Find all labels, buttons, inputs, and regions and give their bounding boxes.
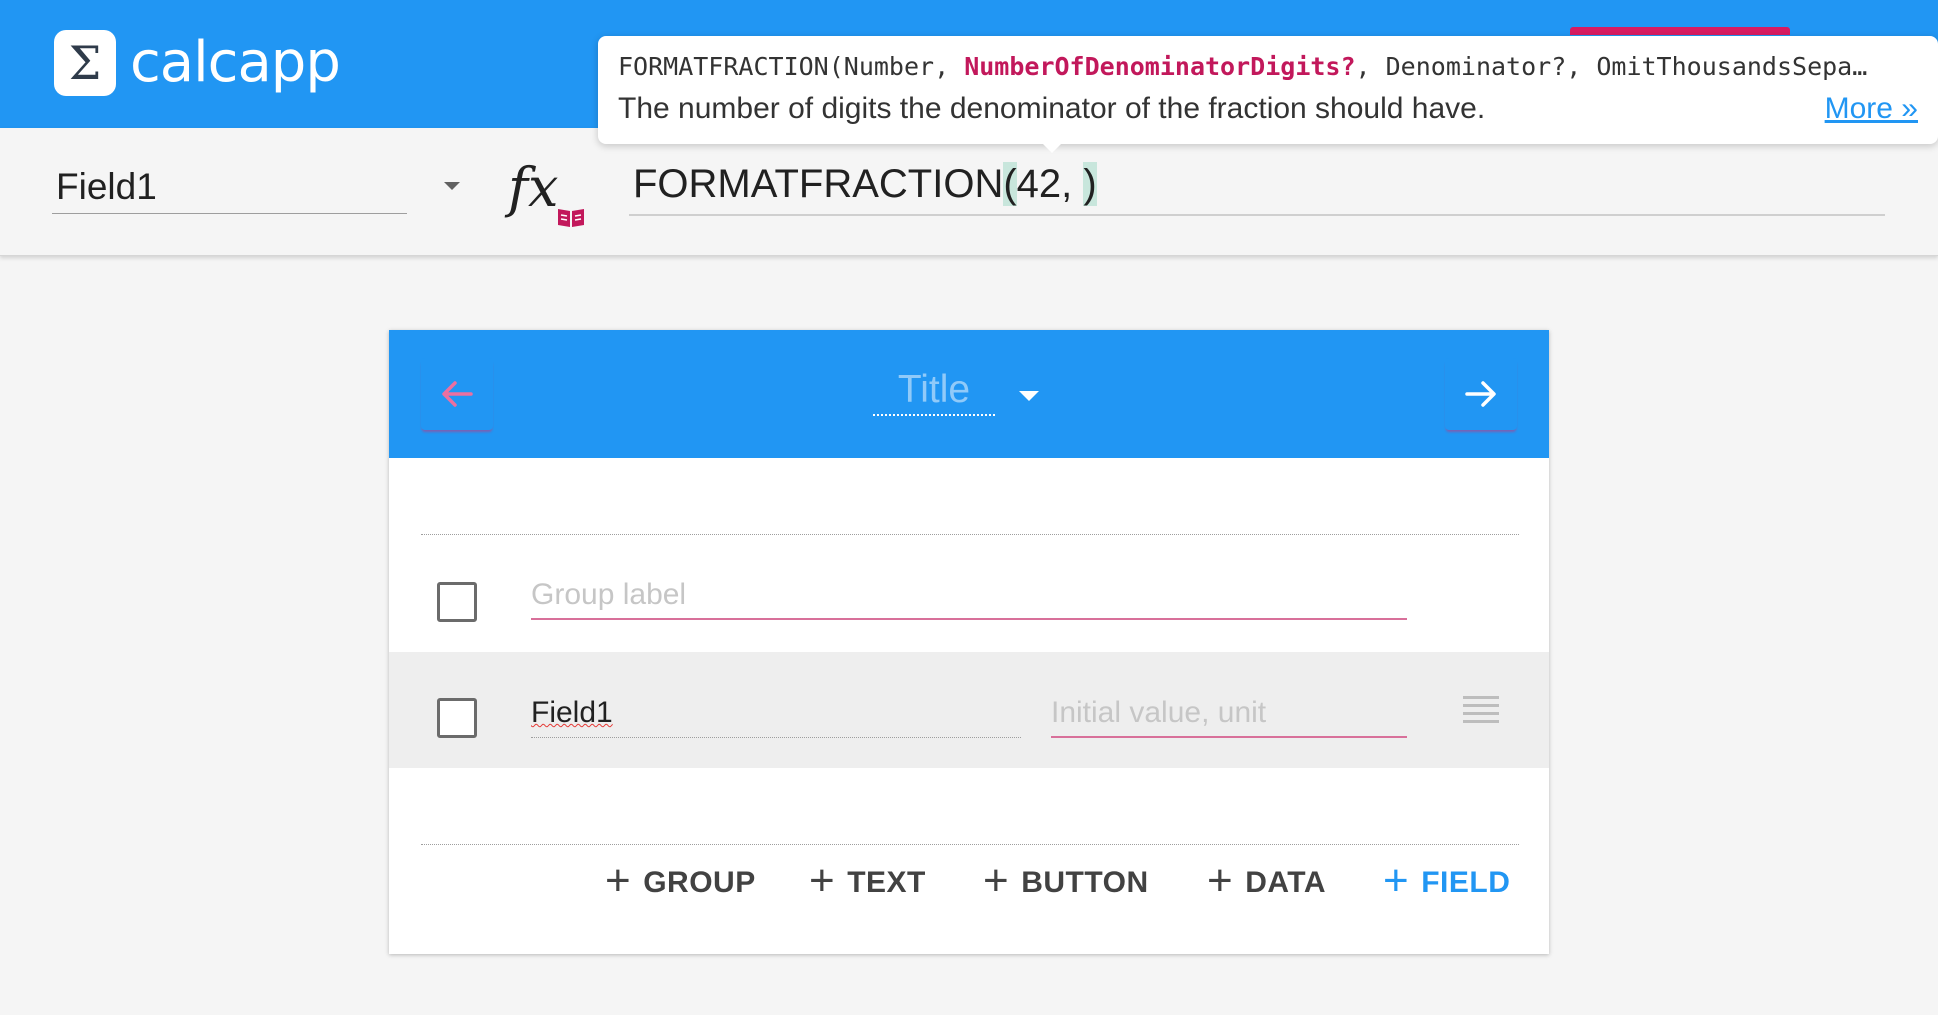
initial-value-placeholder: Initial value, unit: [1051, 696, 1267, 729]
chevron-down-icon[interactable]: [444, 182, 460, 190]
chevron-down-icon[interactable]: [1019, 391, 1039, 401]
app-screen-card: Title Group label Field1 Initial value, …: [389, 330, 1549, 954]
field-name-text: Field1: [531, 696, 613, 729]
divider: [421, 534, 1519, 535]
reference-book-icon[interactable]: [556, 206, 586, 228]
app-name[interactable]: calcapp: [130, 30, 341, 95]
formula-bar: Field1 fx FORMATFRACTION(42, ): [0, 128, 1938, 256]
screen-header: Title: [389, 330, 1549, 458]
calcapp-logo-icon[interactable]: Σ: [54, 30, 116, 96]
open-paren: (: [1003, 162, 1017, 206]
plus-icon: +: [983, 856, 1010, 905]
add-field-button[interactable]: + FIELD: [1383, 856, 1510, 906]
plus-icon: +: [809, 856, 836, 905]
formula-input[interactable]: FORMATFRACTION(42, ): [629, 152, 1885, 216]
parameter-description: The number of digits the denominator of …: [618, 92, 1486, 125]
formula-text: FORMATFRACTION(42, ): [633, 162, 1097, 206]
selected-field-name: Field1: [56, 166, 157, 207]
field-name-input[interactable]: Field1: [531, 696, 1021, 738]
plus-icon: +: [605, 856, 632, 905]
more-link[interactable]: More »: [1825, 92, 1918, 126]
field-checkbox[interactable]: [437, 698, 477, 738]
divider: [421, 844, 1519, 845]
group-label-input[interactable]: Group label: [531, 578, 1407, 620]
group-checkbox[interactable]: [437, 582, 477, 622]
close-paren: ): [1083, 162, 1097, 206]
add-button-button[interactable]: + BUTTON: [983, 856, 1149, 906]
drag-handle-icon[interactable]: [1463, 696, 1499, 724]
header-accent-button[interactable]: [1570, 27, 1790, 35]
next-screen-button[interactable]: [1445, 358, 1517, 430]
function-signature-tooltip: FORMATFRACTION(Number, NumberOfDenominat…: [598, 36, 1938, 144]
initial-value-input[interactable]: Initial value, unit: [1051, 696, 1407, 738]
field-selector[interactable]: Field1: [52, 156, 407, 214]
group-label-placeholder: Group label: [531, 578, 687, 611]
tooltip-arrow: [1040, 141, 1064, 153]
function-signature: FORMATFRACTION(Number, NumberOfDenominat…: [618, 52, 1868, 81]
add-data-button[interactable]: + DATA: [1207, 856, 1326, 906]
field-row[interactable]: Field1 Initial value, unit: [389, 652, 1549, 768]
previous-screen-button[interactable]: [421, 358, 493, 430]
screen-title-placeholder: Title: [897, 368, 971, 411]
fx-icon[interactable]: fx: [508, 156, 558, 219]
current-parameter: NumberOfDenominatorDigits?: [964, 52, 1356, 81]
plus-icon: +: [1207, 856, 1234, 905]
add-group-button[interactable]: + GROUP: [605, 856, 756, 906]
add-text-button[interactable]: + TEXT: [809, 856, 926, 906]
arrow-left-icon: [442, 381, 473, 407]
arrow-right-icon: [1465, 381, 1496, 407]
plus-icon: +: [1383, 856, 1410, 905]
screen-title-input[interactable]: Title: [873, 368, 995, 416]
